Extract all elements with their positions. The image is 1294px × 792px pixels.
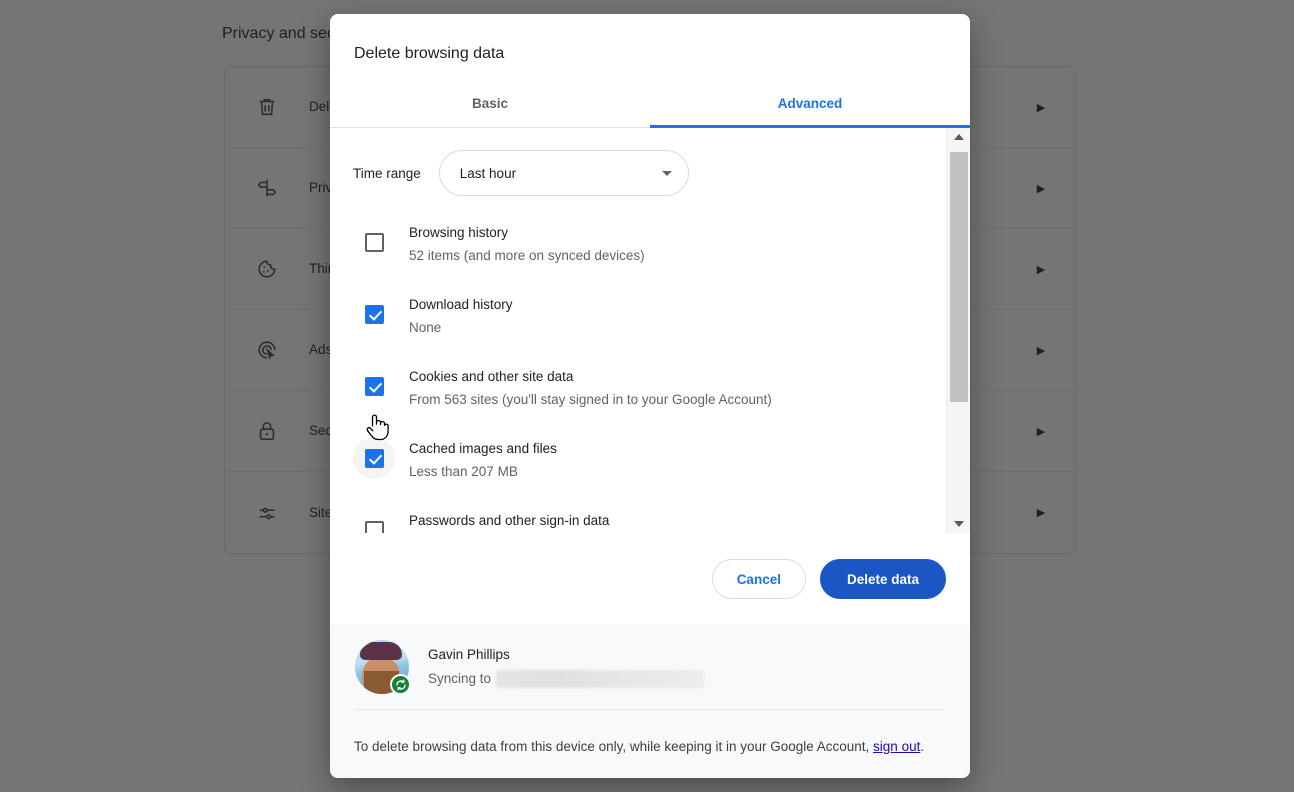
time-range-label: Time range bbox=[353, 166, 421, 181]
delete-browsing-data-dialog: Delete browsing data Basic Advanced Time… bbox=[330, 14, 970, 778]
account-sync-status: Syncing to bbox=[428, 667, 946, 691]
checkbox-title: Cached images and files bbox=[409, 441, 557, 456]
scrollbar-thumb[interactable] bbox=[950, 152, 968, 402]
tab-advanced[interactable]: Advanced bbox=[650, 80, 970, 127]
dialog-scrollbar[interactable] bbox=[946, 128, 970, 533]
account-row: Gavin Phillips Syncing to bbox=[354, 625, 946, 709]
dialog-footer: Gavin Phillips Syncing to To delete brow… bbox=[330, 625, 970, 778]
time-range-row: Time range Last hour bbox=[330, 146, 946, 200]
footer-note-text-before: To delete browsing data from this device… bbox=[354, 739, 873, 754]
dialog-scroll-body: Time range Last hour Browsing history 52 bbox=[330, 128, 970, 533]
scroll-up-arrow-icon[interactable] bbox=[947, 128, 970, 146]
sign-out-link[interactable]: sign out bbox=[873, 739, 920, 754]
checkbox-checked-icon[interactable] bbox=[365, 449, 384, 468]
checkbox-checked-icon[interactable] bbox=[365, 305, 384, 324]
account-email-redacted bbox=[496, 670, 704, 688]
time-range-value: Last hour bbox=[460, 166, 662, 181]
scroll-down-arrow-icon[interactable] bbox=[947, 515, 970, 533]
page-root: Privacy and security Delete browsing dat… bbox=[0, 0, 1294, 792]
data-type-checkbox-list: Browsing history 52 items (and more on s… bbox=[330, 200, 946, 533]
account-sync-label: Syncing to bbox=[428, 667, 491, 691]
checkbox-title: Browsing history bbox=[409, 225, 508, 240]
sync-icon bbox=[390, 674, 411, 695]
checkbox-unchecked-icon[interactable] bbox=[365, 521, 384, 534]
checkbox-row-passwords-and-other-sign-in-data[interactable]: Passwords and other sign-in data None bbox=[330, 494, 946, 533]
dialog-tabs: Basic Advanced bbox=[330, 80, 970, 128]
dialog-title: Delete browsing data bbox=[330, 14, 970, 66]
checkbox-title: Passwords and other sign-in data bbox=[409, 513, 609, 528]
delete-data-button[interactable]: Delete data bbox=[820, 559, 946, 599]
checkbox-hit-area[interactable] bbox=[353, 221, 395, 263]
time-range-select[interactable]: Last hour bbox=[439, 150, 689, 196]
checkbox-row-cookies-and-other-site-data[interactable]: Cookies and other site data From 563 sit… bbox=[330, 350, 946, 422]
tab-basic[interactable]: Basic bbox=[330, 80, 650, 127]
checkbox-hit-area[interactable] bbox=[353, 293, 395, 335]
checkbox-row-cached-images-and-files[interactable]: Cached images and files Less than 207 MB bbox=[330, 422, 946, 494]
checkbox-subtitle: 52 items (and more on synced devices) bbox=[409, 248, 645, 263]
checkbox-title: Download history bbox=[409, 297, 513, 312]
checkbox-title: Cookies and other site data bbox=[409, 369, 573, 384]
checkbox-unchecked-icon[interactable] bbox=[365, 233, 384, 252]
chevron-down-icon bbox=[662, 171, 672, 176]
checkbox-hit-area[interactable] bbox=[353, 365, 395, 407]
dialog-action-bar: Cancel Delete data bbox=[330, 533, 970, 625]
checkbox-hit-area[interactable] bbox=[353, 437, 395, 479]
checkbox-subtitle: None bbox=[409, 320, 441, 335]
footer-note: To delete browsing data from this device… bbox=[354, 710, 946, 760]
account-name: Gavin Phillips bbox=[428, 643, 946, 667]
cancel-button[interactable]: Cancel bbox=[712, 559, 806, 599]
checkbox-subtitle: From 563 sites (you'll stay signed in to… bbox=[409, 392, 772, 407]
checkbox-checked-icon[interactable] bbox=[365, 377, 384, 396]
checkbox-row-browsing-history[interactable]: Browsing history 52 items (and more on s… bbox=[330, 206, 946, 278]
checkbox-hit-area[interactable] bbox=[353, 509, 395, 533]
avatar bbox=[355, 640, 409, 694]
checkbox-subtitle: Less than 207 MB bbox=[409, 464, 518, 479]
footer-note-text-after: . bbox=[920, 739, 924, 754]
checkbox-row-download-history[interactable]: Download history None bbox=[330, 278, 946, 350]
